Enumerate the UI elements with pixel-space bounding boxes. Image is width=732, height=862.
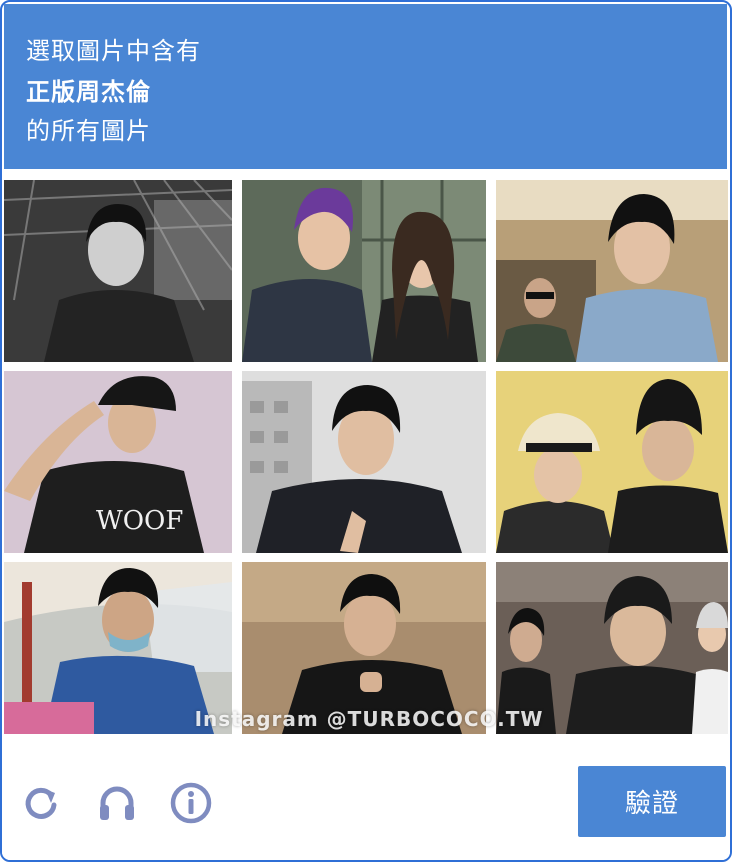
prompt-line-3: 的所有圖片 bbox=[26, 117, 151, 145]
help-info-button[interactable] bbox=[166, 778, 216, 828]
photo-2-1: WOOF bbox=[4, 371, 232, 553]
reload-icon bbox=[25, 787, 57, 819]
photo-1-2 bbox=[242, 180, 486, 362]
info-icon bbox=[170, 782, 212, 824]
watermark-text: Instagram @TURBOCOCO.TW bbox=[194, 707, 544, 731]
captcha-frame: 選取圖片中含有 正版周杰倫 的所有圖片 WOOF Instagram @TURB… bbox=[0, 0, 732, 862]
image-tile-2-1[interactable]: WOOF bbox=[4, 371, 232, 553]
image-tile-1-1[interactable] bbox=[4, 180, 232, 362]
image-grid: WOOF bbox=[2, 178, 730, 734]
photo-2-2 bbox=[242, 371, 486, 553]
prompt-line-1: 選取圖片中含有 bbox=[26, 37, 201, 65]
reload-button[interactable] bbox=[16, 778, 66, 828]
headphones-icon bbox=[100, 786, 134, 820]
svg-text:WOOF: WOOF bbox=[96, 506, 183, 536]
image-tile-1-3[interactable] bbox=[496, 180, 728, 362]
captcha-header: 選取圖片中含有 正版周杰倫 的所有圖片 bbox=[4, 4, 727, 169]
audio-challenge-button[interactable] bbox=[92, 778, 142, 828]
photo-2-3 bbox=[496, 371, 728, 553]
prompt-target: 正版周杰倫 bbox=[26, 78, 151, 106]
image-tile-2-2[interactable] bbox=[242, 371, 486, 553]
verify-button[interactable]: 驗證 bbox=[578, 766, 726, 837]
captcha-footer: 驗證 bbox=[2, 738, 730, 860]
photo-1-1 bbox=[4, 180, 232, 362]
photo-1-3 bbox=[496, 180, 728, 362]
image-tile-1-2[interactable] bbox=[242, 180, 486, 362]
image-tile-2-3[interactable] bbox=[496, 371, 728, 553]
